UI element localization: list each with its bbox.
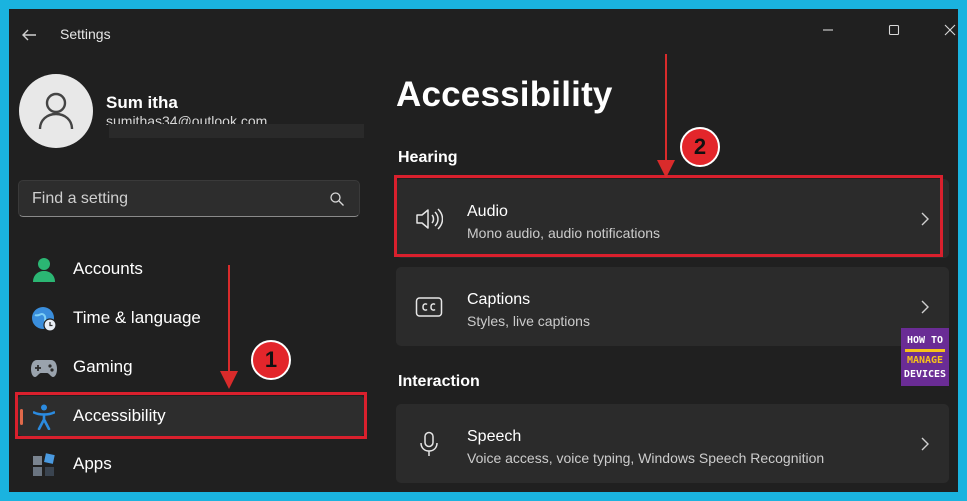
minimize-icon [823, 29, 833, 31]
search-box[interactable] [18, 180, 360, 217]
sidebar-item-label: Gaming [73, 357, 133, 376]
globe-clock-icon [30, 306, 58, 332]
apps-icon [30, 452, 58, 478]
sidebar-item-accounts[interactable]: Accounts [17, 249, 365, 289]
maximize-icon [888, 24, 900, 36]
card-subtitle: Styles, live captions [467, 313, 590, 329]
logo-stripe [905, 348, 945, 352]
card-title: Speech [467, 428, 522, 445]
how-to-manage-devices-logo: HOW TO MANAGE DEVICES [901, 328, 949, 386]
maximize-button[interactable] [871, 15, 917, 45]
logo-line-3: DEVICES [903, 368, 947, 380]
highlight-box-accessibility [15, 392, 367, 439]
section-header-hearing: Hearing [398, 149, 458, 166]
close-icon [944, 24, 956, 36]
arrow-line-1 [228, 265, 230, 373]
microphone-icon [414, 430, 444, 458]
app-title: Settings [60, 26, 111, 42]
game-controller-icon [30, 355, 58, 381]
page-title: Accessibility [396, 75, 613, 114]
sidebar-item-label: Time & language [73, 308, 201, 327]
arrow-head-1 [220, 371, 238, 389]
card-title: Captions [467, 291, 531, 308]
sidebar-item-gaming[interactable]: Gaming [17, 347, 365, 387]
person-icon [38, 92, 74, 130]
sidebar-item-label: Apps [73, 454, 112, 473]
step-badge-2: 2 [680, 127, 720, 167]
sidebar-item-label: Accounts [73, 259, 143, 278]
closed-captions-icon [414, 293, 444, 321]
logo-line-2: MANAGE [906, 354, 944, 366]
settings-window: Settings Sum itha sumithas34@outlook.com… [9, 9, 958, 492]
sidebar-item-apps[interactable]: Apps [17, 444, 365, 484]
avatar[interactable] [19, 74, 93, 148]
back-button[interactable] [17, 23, 41, 47]
user-name: Sum itha [106, 93, 178, 112]
chevron-right-icon [921, 437, 929, 451]
sidebar-item-time-language[interactable]: Time & language [17, 298, 365, 338]
captions-setting-card[interactable]: Captions Styles, live captions [396, 267, 949, 346]
card-subtitle: Voice access, voice typing, Windows Spee… [467, 450, 825, 466]
email-redaction [109, 124, 364, 138]
back-arrow-icon [22, 29, 36, 41]
step-badge-1: 1 [251, 340, 291, 380]
search-icon[interactable] [329, 191, 345, 207]
search-input[interactable] [19, 181, 319, 216]
arrow-line-2 [665, 54, 667, 162]
arrow-head-2 [657, 160, 675, 178]
accounts-icon [30, 257, 58, 283]
speech-setting-card[interactable]: Speech Voice access, voice typing, Windo… [396, 404, 949, 483]
minimize-button[interactable] [805, 15, 851, 45]
section-header-interaction: Interaction [398, 373, 480, 390]
chevron-right-icon [921, 300, 929, 314]
logo-line-1: HOW TO [906, 334, 944, 346]
close-button[interactable] [927, 15, 958, 45]
highlight-box-audio [394, 175, 943, 257]
title-bar: Settings [9, 9, 958, 59]
